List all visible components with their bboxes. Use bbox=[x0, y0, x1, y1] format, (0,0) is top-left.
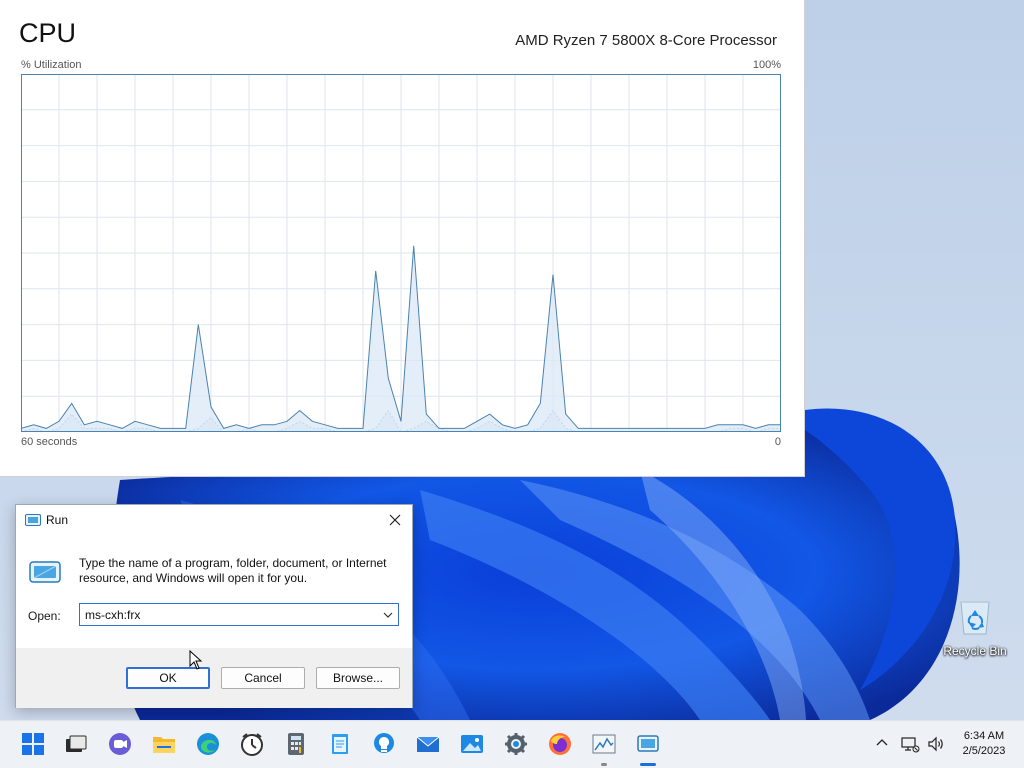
system-clock[interactable]: 6:34 AM 2/5/2023 bbox=[958, 729, 1010, 759]
utilization-max-label: 100% bbox=[752, 59, 781, 71]
graph-grid bbox=[21, 74, 781, 432]
cancel-button[interactable]: Cancel bbox=[221, 667, 305, 689]
clock-app-icon[interactable] bbox=[239, 731, 265, 757]
cpu-title: CPU bbox=[19, 18, 77, 48]
recycle-bin-label: Recycle Bin bbox=[943, 644, 1007, 658]
photos-icon[interactable] bbox=[459, 731, 485, 757]
task-manager-running-indicator bbox=[601, 763, 607, 766]
firefox-icon[interactable] bbox=[547, 731, 573, 757]
close-button[interactable] bbox=[378, 505, 412, 535]
cpu-model-name: AMD Ryzen 7 5800X 8-Core Processor bbox=[515, 32, 777, 49]
cpu-utilization-graph bbox=[21, 74, 781, 432]
settings-icon[interactable] bbox=[503, 731, 529, 757]
utilization-axis-label: % Utilization bbox=[21, 59, 82, 71]
task-manager-icon[interactable] bbox=[591, 731, 617, 757]
clock-time: 6:34 AM bbox=[963, 730, 1005, 742]
run-dialog: Run Type the name of a program, folder, … bbox=[15, 504, 413, 708]
run-app-icon bbox=[25, 514, 41, 526]
browse-button[interactable]: Browse... bbox=[316, 667, 400, 689]
notepad-icon[interactable] bbox=[327, 731, 353, 757]
run-titlebar[interactable]: Run bbox=[16, 505, 412, 535]
task-view-icon[interactable] bbox=[63, 731, 89, 757]
run-icon[interactable] bbox=[635, 731, 661, 757]
clock-date: 2/5/2023 bbox=[962, 745, 1006, 757]
chevron-up-icon[interactable] bbox=[874, 735, 890, 751]
mouse-cursor-icon bbox=[189, 650, 203, 670]
close-icon bbox=[389, 514, 401, 526]
taskbar: 6:34 AM 2/5/2023 bbox=[0, 720, 1024, 768]
chat-icon[interactable] bbox=[107, 731, 133, 757]
time-axis-label: 60 seconds bbox=[21, 436, 78, 448]
run-dialog-title: Run bbox=[46, 513, 69, 527]
ok-button[interactable]: OK bbox=[126, 667, 210, 689]
file-explorer-icon[interactable] bbox=[151, 731, 177, 757]
network-icon[interactable] bbox=[900, 734, 920, 754]
open-label: Open: bbox=[28, 609, 61, 623]
run-dialog-footer: OK Cancel Browse... bbox=[16, 648, 412, 708]
volume-icon[interactable] bbox=[926, 734, 946, 754]
run-description: Type the name of a program, folder, docu… bbox=[79, 556, 387, 585]
recycle-bin-shortcut[interactable]: Recycle Bin bbox=[940, 596, 1010, 666]
cpu-performance-panel: CPU AMD Ryzen 7 5800X 8-Core Processor %… bbox=[0, 0, 805, 477]
calculator-icon[interactable] bbox=[283, 731, 309, 757]
recycle-bin-icon bbox=[960, 601, 990, 635]
mail-icon[interactable] bbox=[415, 731, 441, 757]
start-icon[interactable] bbox=[20, 731, 46, 757]
run-program-icon bbox=[29, 561, 61, 583]
edge-icon[interactable] bbox=[195, 731, 221, 757]
open-input[interactable] bbox=[80, 604, 376, 625]
open-combobox[interactable] bbox=[79, 603, 399, 626]
time-axis-end-label: 0 bbox=[774, 436, 781, 448]
run-active-indicator bbox=[640, 763, 656, 766]
chevron-down-icon[interactable] bbox=[381, 608, 395, 622]
lightbulb-icon[interactable] bbox=[371, 731, 397, 757]
